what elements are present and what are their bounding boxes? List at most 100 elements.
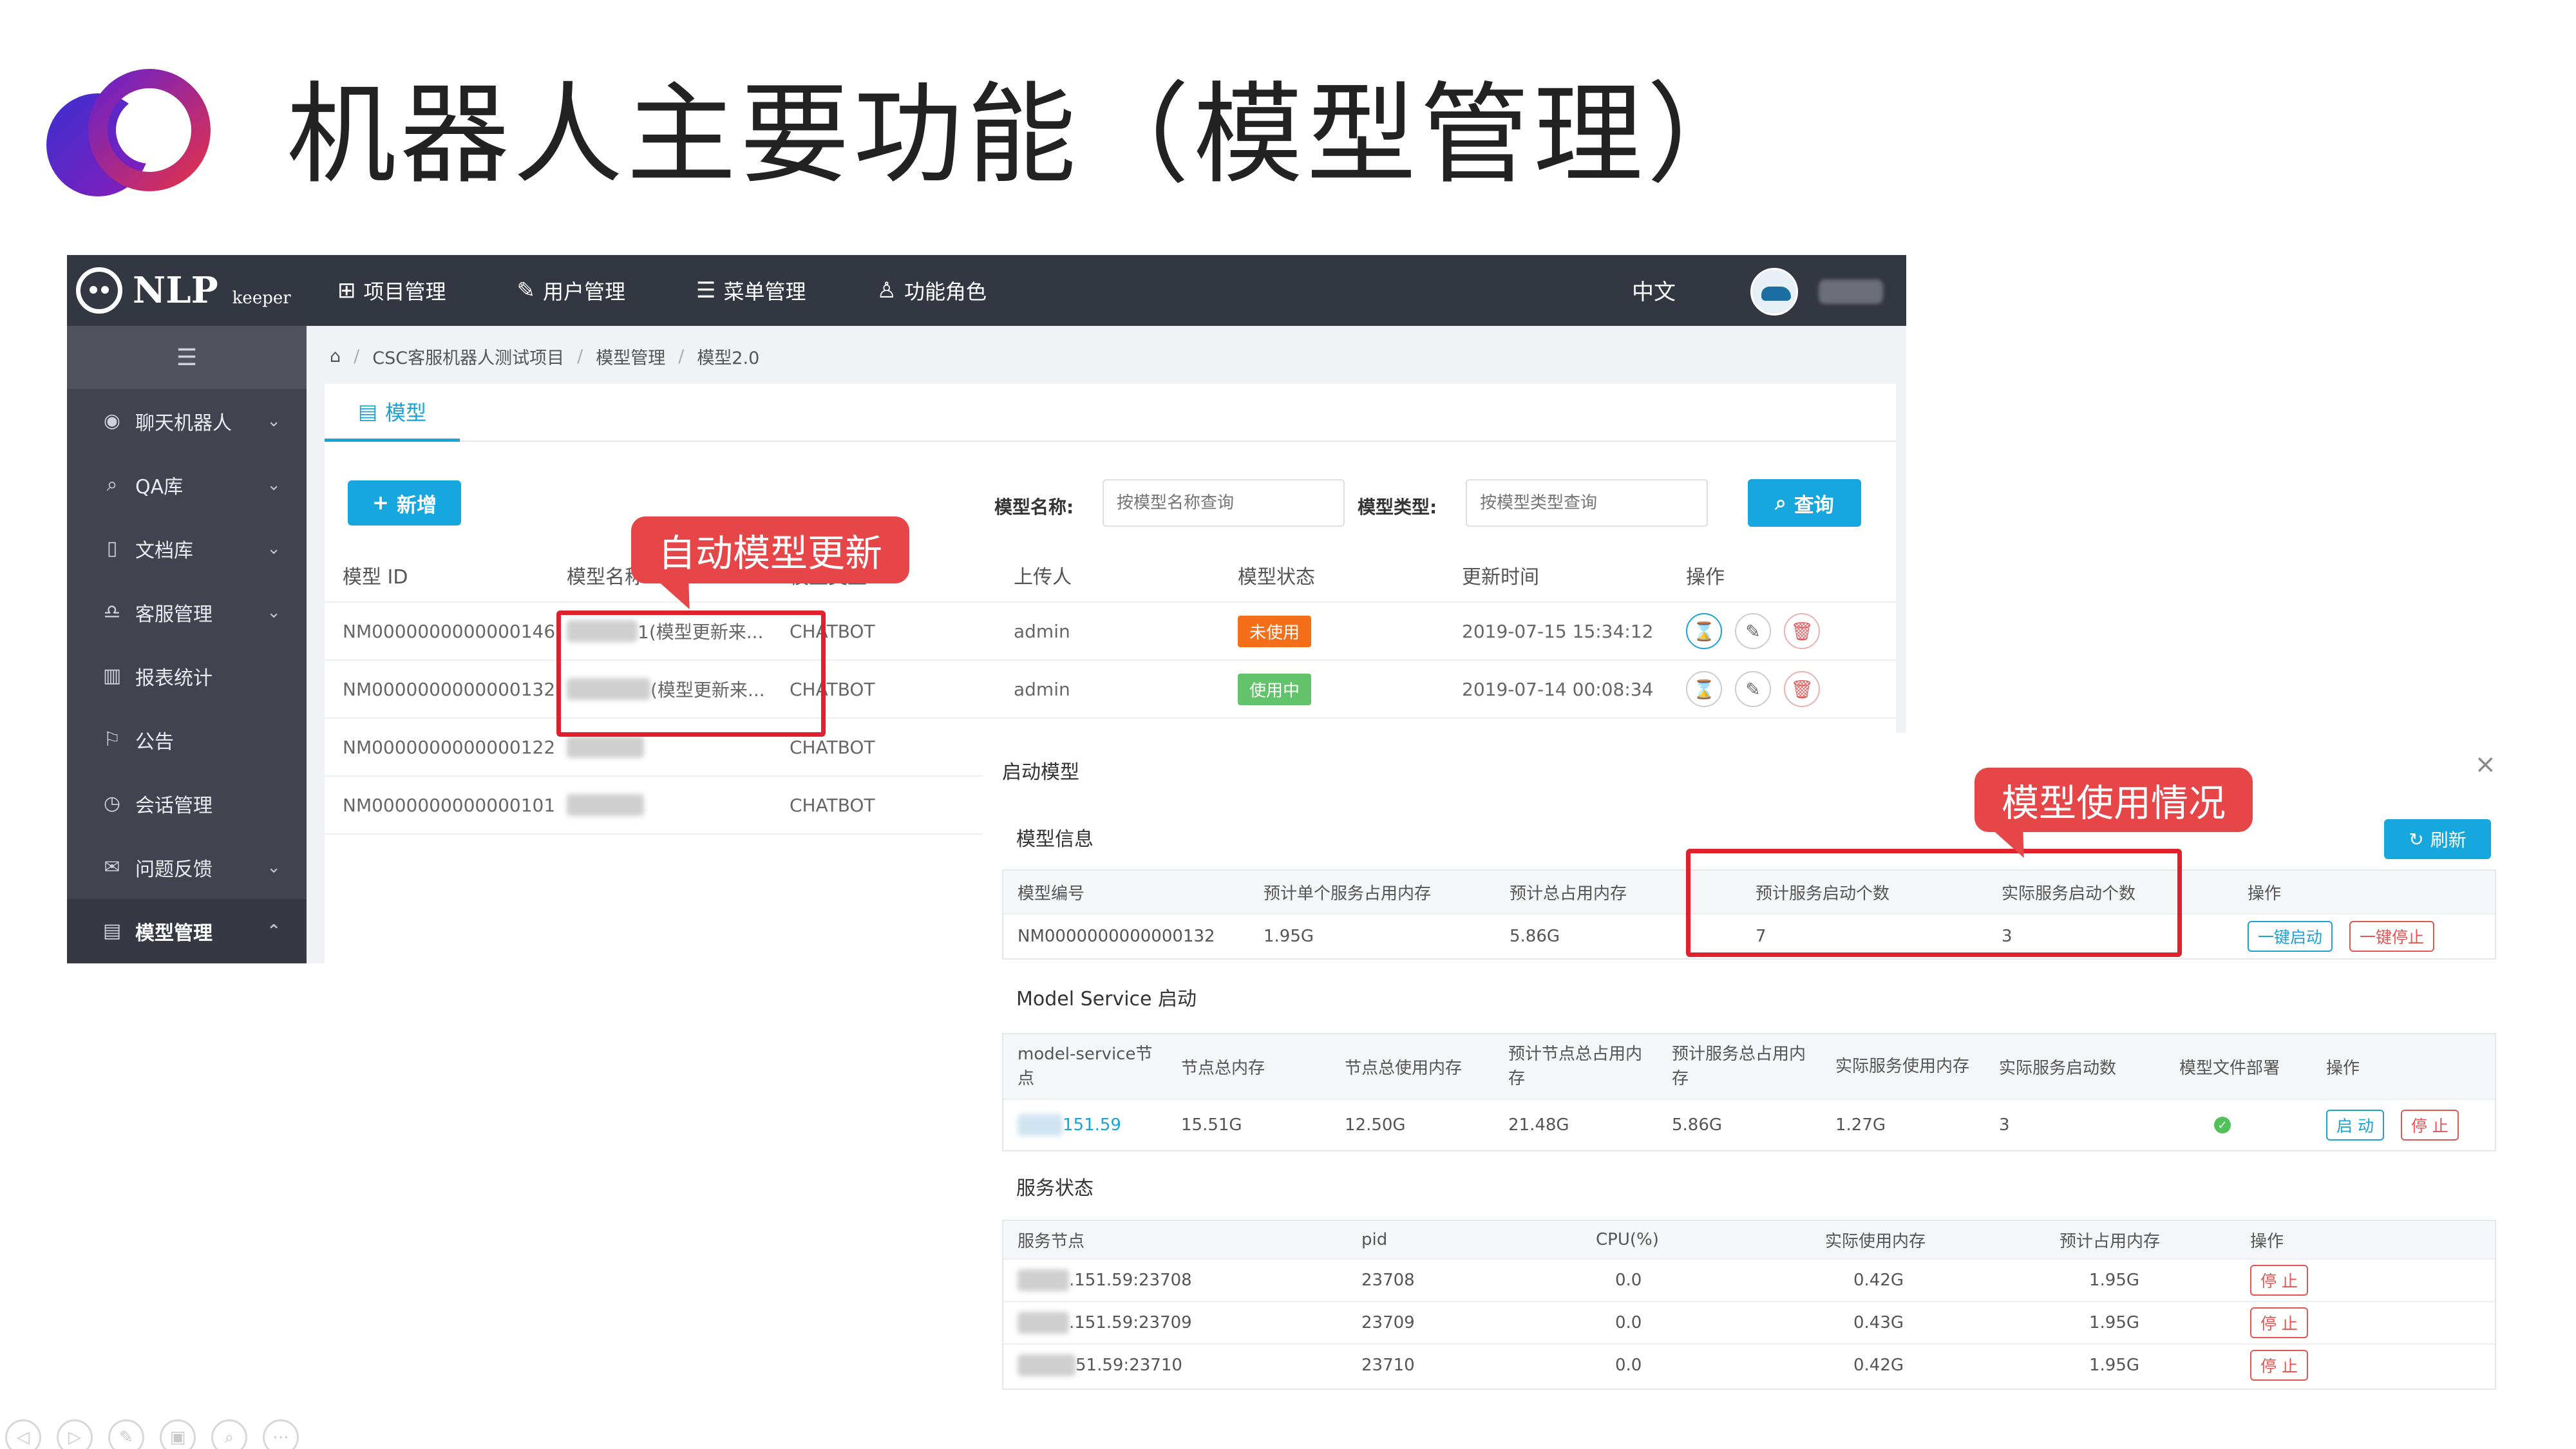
delete-icon[interactable]: 🗑	[1784, 671, 1820, 707]
col-model-id[interactable]: 模型 ID	[343, 549, 408, 601]
brand-name: NLP	[133, 269, 218, 312]
sidebar-item-feedback[interactable]: ✉ 问题反馈 ⌄	[67, 835, 307, 899]
table-row: 51.59:23710 23710 0.0 0.42G 1.95G 停 止	[1003, 1343, 2495, 1386]
annotation-box-usage	[1686, 849, 2182, 957]
sidebar-toggle[interactable]: ☰	[67, 326, 307, 389]
nav-function-role[interactable]: ♙ 功能角色	[877, 276, 987, 305]
sidebar-item-announcement[interactable]: ⚐ 公告	[67, 708, 307, 772]
col-uploader[interactable]: 上传人	[1014, 549, 1072, 601]
plus-icon: +	[372, 491, 389, 515]
refresh-button[interactable]: ↻ 刷新	[2384, 819, 2491, 859]
model-name-label: 模型名称:	[994, 497, 1074, 518]
hourglass-icon[interactable]: ⌛	[1686, 671, 1722, 707]
edit-icon[interactable]: ✎	[1735, 613, 1771, 649]
avatar[interactable]	[1750, 268, 1798, 316]
sidebar-item-chatbot[interactable]: ◉ 聊天机器人 ⌄	[67, 389, 307, 453]
service-status-table: 服务节点 pid CPU(%) 实际使用内存 预计占用内存 操作 .151.59…	[1002, 1220, 2496, 1390]
sidebar-item-sessions[interactable]: ◷ 会话管理	[67, 772, 307, 835]
list-icon: ▤	[357, 399, 378, 424]
model-type-label: 模型类型:	[1358, 497, 1437, 518]
tab-model[interactable]: ▤ 模型	[325, 384, 460, 442]
presentation-toolbar: ◁ ▷ ✎ ▣ ⌕ ⋯	[5, 1419, 299, 1449]
start-all-button[interactable]: 一键启动	[2248, 921, 2333, 952]
headset-icon: ♎	[103, 601, 121, 623]
breadcrumb-current: 模型2.0	[697, 348, 760, 368]
model-icon: ▤	[102, 920, 122, 942]
model-info-title: 模型信息	[1016, 828, 1094, 851]
role-icon: ♙	[876, 278, 897, 303]
brand-sub: keeper	[232, 289, 291, 308]
service-status-title: 服务状态	[1016, 1177, 1094, 1200]
hourglass-icon[interactable]: ⌛	[1686, 613, 1722, 649]
nav-project-management[interactable]: ⊞ 项目管理	[337, 276, 446, 305]
close-icon[interactable]: ×	[2474, 750, 2496, 779]
annotation-box-model-name	[556, 611, 826, 737]
breadcrumb-models[interactable]: 模型管理	[596, 344, 665, 369]
menu-list-icon: ☰	[696, 278, 716, 303]
col-updated[interactable]: 更新时间	[1462, 549, 1539, 601]
robot-logo-icon	[76, 267, 122, 314]
model-name-input[interactable]	[1103, 479, 1345, 527]
col-status[interactable]: 模型状态	[1238, 549, 1315, 601]
start-service-button[interactable]: 启 动	[2326, 1110, 2384, 1141]
home-icon[interactable]: ⌂	[330, 346, 341, 366]
slides-icon[interactable]: ▣	[160, 1419, 196, 1449]
table-row: .151.59:23708 23708 0.0 0.42G 1.95G 停 止	[1003, 1258, 2495, 1301]
grid-icon: ⊞	[337, 278, 356, 303]
node-link[interactable]: 151.59	[1063, 1115, 1121, 1135]
stop-service-button[interactable]: 停 止	[2250, 1307, 2308, 1338]
chevron-down-icon: ⌄	[267, 857, 281, 877]
table-row: 151.59 15.51G 12.50G 21.48G 5.86G 1.27G …	[1003, 1099, 2495, 1150]
model-service-table: model-service节点 节点总内存 节点总使用内存 预计节点总占用内存 …	[1002, 1033, 2496, 1151]
sidebar-item-docs[interactable]: ▯ 文档库 ⌄	[67, 516, 307, 580]
sidebar-item-models[interactable]: ▤ 模型管理 ⌃	[67, 899, 307, 963]
bar-chart-icon: ▥	[102, 665, 122, 687]
more-icon[interactable]: ⋯	[263, 1419, 299, 1449]
language-switch[interactable]: 中文	[1632, 274, 1676, 306]
stop-all-button[interactable]: 一键停止	[2349, 921, 2435, 952]
user-edit-icon: ✎	[516, 278, 536, 303]
start-model-dialog: 启动模型 × 模型信息 ↻ 刷新 模型编号 预计单个服务占用内存 预计总占用内存 …	[983, 733, 2515, 1449]
nav-menu-management[interactable]: ☰ 菜单管理	[696, 276, 806, 305]
model-service-title: Model Service 启动	[1016, 988, 1197, 1010]
collapse-menu-icon: ☰	[176, 344, 198, 371]
model-type-input[interactable]	[1466, 479, 1708, 527]
edit-icon[interactable]: ✎	[1735, 671, 1771, 707]
delete-icon[interactable]: 🗑	[1784, 613, 1820, 649]
col-actions: 操作	[1686, 566, 1725, 589]
top-nav: ⊞ 项目管理 ✎ 用户管理 ☰ 菜单管理 ♙ 功能角色	[337, 255, 1057, 326]
pen-icon[interactable]: ✎	[108, 1419, 144, 1449]
refresh-icon: ↻	[2409, 828, 2424, 850]
mail-icon: ✉	[104, 856, 120, 878]
breadcrumb-project[interactable]: CSC客服机器人测试项目	[372, 344, 564, 369]
search-icon: ⌕	[106, 473, 118, 496]
status-badge: 未使用	[1238, 615, 1312, 647]
search-icon: ⌕	[1775, 491, 1786, 515]
chevron-down-icon: ⌄	[267, 475, 281, 495]
document-icon: ▯	[106, 537, 118, 560]
username-blurred[interactable]	[1819, 279, 1883, 304]
announce-icon: ⚐	[103, 728, 121, 751]
breadcrumb: ⌂ / CSC客服机器人测试项目 / 模型管理 / 模型2.0	[330, 344, 759, 369]
prev-icon[interactable]: ◁	[5, 1419, 41, 1449]
table-row: .151.59:23709 23709 0.0 0.43G 1.95G 停 止	[1003, 1301, 2495, 1343]
nav-user-management[interactable]: ✎ 用户管理	[517, 276, 626, 305]
sidebar: ☰ ◉ 聊天机器人 ⌄ ⌕ QA库 ⌄ ▯ 文档库 ⌄ ♎ 客服管理 ⌄ ▥ 报表统计 ⚐ 公告 ◷…	[67, 326, 307, 963]
stop-service-button[interactable]: 停 止	[2250, 1350, 2308, 1381]
brand-logo	[46, 69, 211, 196]
zoom-icon[interactable]: ⌕	[211, 1419, 247, 1449]
sidebar-item-service[interactable]: ♎ 客服管理 ⌄	[67, 580, 307, 644]
chevron-down-icon: ⌄	[267, 538, 281, 558]
query-button[interactable]: ⌕ 查询	[1748, 479, 1861, 527]
sidebar-item-reports[interactable]: ▥ 报表统计	[67, 644, 307, 708]
model-table-header: 模型 ID 模型名称 模型类型 上传人 模型状态 更新时间 操作	[325, 549, 1896, 603]
next-icon[interactable]: ▷	[57, 1419, 93, 1449]
add-model-button[interactable]: + 新增	[348, 480, 461, 526]
app-brand[interactable]: NLP keeper	[76, 263, 291, 318]
stop-service-button[interactable]: 停 止	[2400, 1110, 2459, 1141]
chevron-up-icon: ⌃	[267, 921, 281, 941]
stop-service-button[interactable]: 停 止	[2250, 1265, 2308, 1296]
dialog-title: 启动模型	[1002, 761, 1079, 784]
sidebar-item-qa[interactable]: ⌕ QA库 ⌄	[67, 453, 307, 516]
robot-icon: ◉	[103, 410, 121, 432]
